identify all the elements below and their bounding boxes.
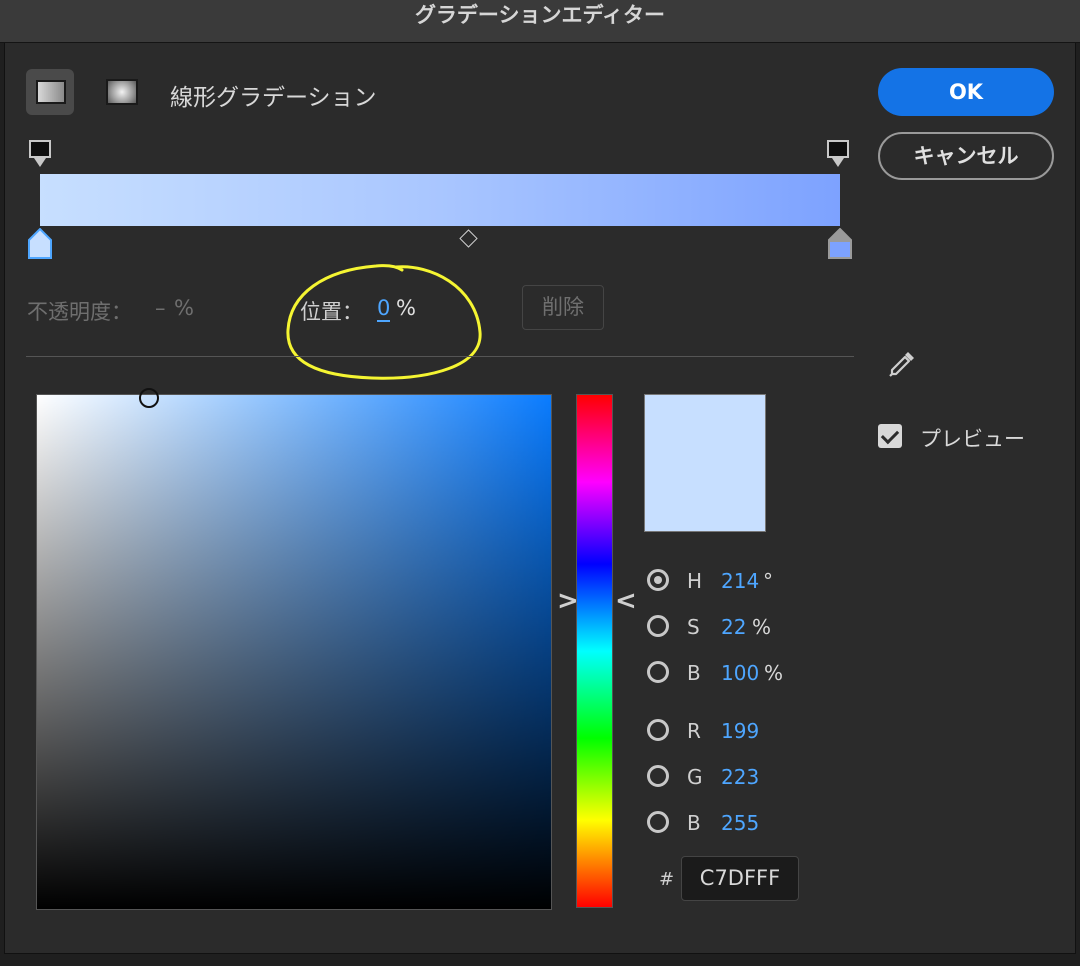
- r-value-input[interactable]: 199: [721, 719, 759, 743]
- brightness-unit: %: [764, 661, 784, 685]
- gradient-preview-bar[interactable]: [40, 174, 840, 226]
- r-label: R: [687, 719, 701, 743]
- linear-gradient-type-button[interactable]: [26, 69, 74, 115]
- g-label: G: [687, 765, 703, 789]
- s-channel-radio[interactable]: [647, 615, 669, 637]
- brightness-channel-radio[interactable]: [647, 661, 669, 683]
- saturation-brightness-field[interactable]: [36, 394, 552, 910]
- eyedropper-icon[interactable]: [886, 348, 918, 380]
- blue-value-input[interactable]: 255: [721, 811, 759, 835]
- h-value-input[interactable]: 214: [721, 569, 759, 593]
- h-channel-radio[interactable]: [647, 569, 669, 591]
- radial-gradient-type-button[interactable]: [106, 79, 138, 105]
- current-color-swatch: [644, 394, 766, 532]
- hue-slider-left-chevron-icon[interactable]: >: [557, 586, 579, 616]
- h-unit: °: [763, 569, 773, 593]
- h-label: H: [687, 569, 703, 593]
- title-bar: グラデーションエディター: [0, 0, 1080, 43]
- opacity-unit: %: [174, 296, 194, 320]
- s-value-input[interactable]: 22: [721, 615, 746, 639]
- opacity-value: –: [155, 296, 166, 320]
- blue-channel-radio[interactable]: [647, 811, 669, 833]
- delete-stop-button[interactable]: 削除: [522, 285, 604, 330]
- blue-label: B: [687, 811, 701, 835]
- hue-slider[interactable]: [576, 394, 613, 908]
- section-divider: [26, 356, 854, 357]
- s-label: S: [687, 615, 700, 639]
- opacity-label: 不透明度：: [27, 300, 132, 324]
- linear-gradient-icon: [36, 80, 66, 104]
- s-unit: %: [752, 615, 772, 639]
- preview-label: プレビュー: [920, 427, 1025, 451]
- hex-input[interactable]: C7DFFF: [681, 856, 799, 901]
- opacity-stop-left[interactable]: [29, 140, 51, 167]
- r-channel-radio[interactable]: [647, 719, 669, 741]
- g-value-input[interactable]: 223: [721, 765, 759, 789]
- highlight-annotation-circle: [286, 264, 482, 380]
- preview-checkbox[interactable]: [878, 424, 902, 448]
- g-channel-radio[interactable]: [647, 765, 669, 787]
- gradient-type-label: 線形グラデーション: [170, 85, 377, 111]
- hue-slider-right-chevron-icon[interactable]: <: [615, 586, 637, 616]
- color-stop-left[interactable]: [28, 228, 52, 259]
- cancel-button[interactable]: キャンセル: [878, 132, 1054, 180]
- color-field-cursor[interactable]: [139, 388, 159, 408]
- color-stop-right[interactable]: [828, 228, 852, 259]
- hex-label: #: [659, 869, 675, 890]
- ok-button[interactable]: OK: [878, 68, 1054, 116]
- opacity-stop-right[interactable]: [827, 140, 849, 167]
- brightness-label: B: [687, 661, 701, 685]
- brightness-value-input[interactable]: 100: [721, 661, 759, 685]
- window-title: グラデーションエディター: [414, 3, 666, 27]
